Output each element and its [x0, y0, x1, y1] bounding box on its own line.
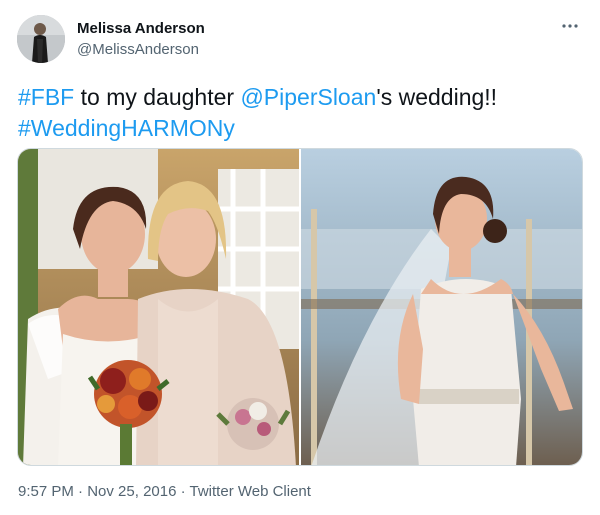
tweet-time[interactable]: 9:57 PM	[18, 483, 74, 500]
author-name[interactable]: Melissa Anderson	[77, 19, 205, 38]
tweet-date[interactable]: Nov 25, 2016	[87, 483, 176, 500]
author-handle[interactable]: @MelissAnderson	[77, 40, 205, 59]
avatar[interactable]	[17, 15, 65, 63]
tweet-meta: 9:57 PM · Nov 25, 2016 · Twitter Web Cli…	[18, 483, 311, 500]
meta-separator: ·	[176, 483, 190, 500]
tweet-client[interactable]: Twitter Web Client	[190, 483, 311, 500]
more-options-icon[interactable]	[559, 18, 581, 34]
user-info: Melissa Anderson @MelissAnderson	[77, 19, 205, 59]
hashtag-fbf[interactable]: #FBF	[18, 84, 74, 110]
tweet-text-segment: 's wedding!!	[376, 84, 498, 110]
photo-bride-portrait[interactable]	[301, 149, 582, 465]
tweet-text: #FBF to my daughter @PiperSloan's weddin…	[18, 82, 578, 144]
tweet-text-segment: to my daughter	[74, 84, 241, 110]
tweet-card: Melissa Anderson @MelissAnderson #FBF to…	[0, 0, 600, 515]
photo-bride-and-mother[interactable]	[18, 149, 299, 465]
hashtag-weddingharmony[interactable]: #WeddingHARMONy	[18, 113, 578, 144]
mention-pipersloan[interactable]: @PiperSloan	[240, 84, 376, 110]
meta-separator: ·	[73, 483, 88, 500]
tweet-text-line-1: #FBF to my daughter @PiperSloan's weddin…	[18, 82, 578, 113]
media-grid	[17, 148, 583, 466]
